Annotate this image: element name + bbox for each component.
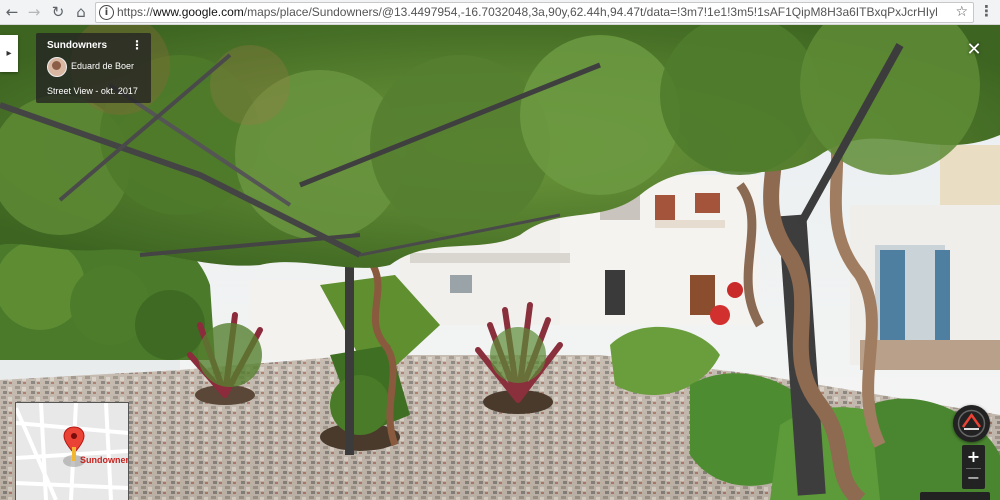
bottom-control-bar[interactable] xyxy=(920,492,990,500)
zoom-out-button[interactable]: − xyxy=(962,469,985,489)
forward-arrow-icon[interactable]: → xyxy=(25,3,43,21)
url-text[interactable]: https://www.google.com/maps/place/Sundow… xyxy=(117,3,937,22)
expand-panel-button[interactable]: ▸ xyxy=(0,35,18,72)
place-title[interactable]: Sundowners xyxy=(47,40,107,52)
street-view-info-card: Sundowners ⋮ Eduard de Boer Street View … xyxy=(36,33,151,103)
card-menu-icon[interactable]: ⋮ xyxy=(131,39,143,51)
author-name[interactable]: Eduard de Boer xyxy=(71,60,134,72)
info-icon[interactable]: i xyxy=(99,5,114,20)
minimap-pin-label: Sundowners xyxy=(80,455,129,465)
address-bar[interactable]: i https://www.google.com/maps/place/Sund… xyxy=(95,2,974,23)
zoom-controls: + − xyxy=(962,445,985,489)
compass-dial xyxy=(957,409,986,438)
url-domain: www.google.com xyxy=(153,5,244,19)
capture-date: Street View - okt. 2017 xyxy=(47,86,138,96)
minimap[interactable]: Sundowners xyxy=(15,402,129,500)
street-view-panorama[interactable]: ▸ Sundowners ⋮ Eduard de Boer Street Vie… xyxy=(0,25,1000,500)
home-icon[interactable]: ⌂ xyxy=(72,3,90,21)
compass-icon[interactable] xyxy=(953,405,990,442)
zoom-in-button[interactable]: + xyxy=(962,447,985,467)
browser-toolbar: ← → ↻ ⌂ i https://www.google.com/maps/pl… xyxy=(0,0,1000,25)
kebab-menu-icon[interactable]: ⋮ xyxy=(979,2,994,20)
star-icon[interactable]: ☆ xyxy=(955,3,968,22)
url-prefix: https:// xyxy=(117,5,154,19)
minimap-streets xyxy=(16,403,128,500)
author-avatar[interactable] xyxy=(47,57,67,77)
url-path: /maps/place/Sundowners/@13.4497954,-16.7… xyxy=(243,5,937,19)
reload-icon[interactable]: ↻ xyxy=(49,3,67,21)
close-icon[interactable]: ✕ xyxy=(964,40,984,60)
back-arrow-icon[interactable]: ← xyxy=(3,3,21,21)
